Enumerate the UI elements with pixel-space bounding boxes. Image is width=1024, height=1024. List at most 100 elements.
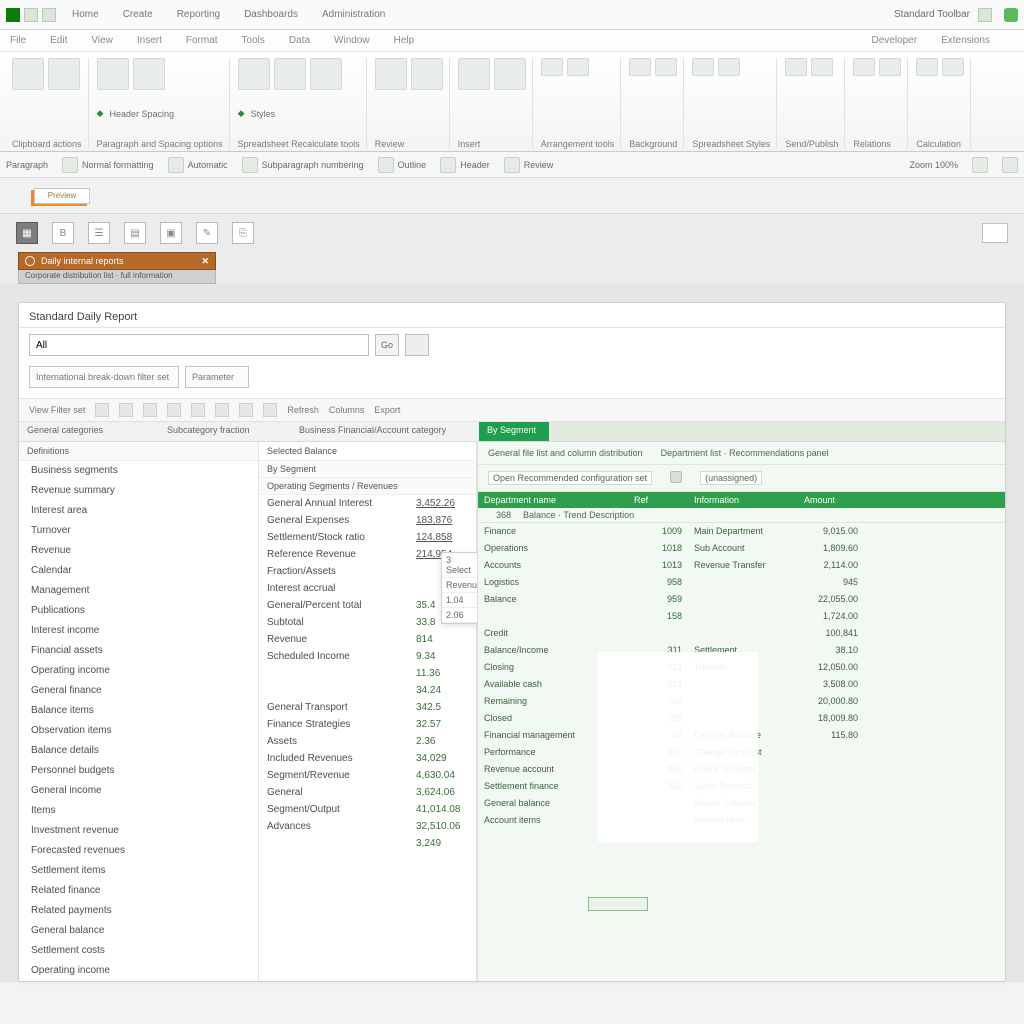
mini-tb-label[interactable]: Refresh	[287, 405, 319, 415]
menu-item[interactable]: Help	[394, 35, 415, 46]
mini-tb-label[interactable]: Export	[374, 405, 400, 415]
chevron-down-icon[interactable]	[670, 471, 682, 483]
colhdr-c1[interactable]: General categories	[19, 422, 159, 441]
mid-row[interactable]: Assets2.36	[259, 733, 476, 750]
colhdr-c2[interactable]: Subcategory fraction	[159, 422, 291, 441]
sheet-search-input[interactable]	[29, 334, 369, 356]
left-list-item[interactable]: General finance	[19, 681, 258, 701]
report-top-chip-2[interactable]: (unassigned)	[700, 471, 762, 485]
left-list-item[interactable]: Personnel budgets	[19, 761, 258, 781]
mid-header-2[interactable]: By Segment	[259, 461, 476, 478]
left-list-item[interactable]: Balance items	[19, 701, 258, 721]
floating-select-list[interactable]: 3 SelectRevenue1.042.06	[441, 552, 481, 624]
left-list-item[interactable]: Management	[19, 581, 258, 601]
titlebar-item[interactable]: Administration	[322, 9, 385, 20]
doc-tool-select-icon[interactable]: ▦	[16, 222, 38, 244]
report-hdr-c4[interactable]: Amount	[798, 492, 864, 508]
sheet-search-config-icon[interactable]	[405, 334, 429, 356]
sheet-search-go-button[interactable]: Go	[375, 334, 399, 356]
mini-tb-icon[interactable]	[95, 403, 109, 417]
filter-box-1[interactable]: International break-down filter set	[29, 366, 179, 388]
ribbon-button[interactable]	[811, 58, 833, 76]
report-top-chip-1[interactable]: Open Recommended configuration set	[488, 471, 652, 485]
mid-row[interactable]: General3,624.06	[259, 784, 476, 801]
account-icon[interactable]	[1004, 8, 1018, 22]
colhdr-c3[interactable]: Business Financial/Account category	[291, 422, 479, 441]
toolrow-icon[interactable]	[440, 157, 456, 173]
ribbon-button[interactable]	[916, 58, 938, 76]
mid-row[interactable]: Advances32,510.06	[259, 818, 476, 835]
left-list-item[interactable]: Calendar	[19, 561, 258, 581]
float1-item[interactable]: 3 Select	[442, 553, 480, 578]
ribbon-button[interactable]	[567, 58, 589, 76]
left-list-item[interactable]: Interest income	[19, 621, 258, 641]
report-row[interactable]: Accounts1013Revenue Transfer2,114.00	[478, 557, 1005, 574]
ribbon-button[interactable]	[541, 58, 563, 76]
menu-item[interactable]: Extensions	[941, 35, 990, 46]
menu-item[interactable]: File	[10, 35, 26, 46]
mid-row[interactable]: 34.24	[259, 682, 476, 699]
report-row[interactable]: Balance95922,055.00	[478, 591, 1005, 608]
mid-row[interactable]: General Annual Interest3,452.26	[259, 495, 476, 512]
left-list-item[interactable]: Business segments	[19, 461, 258, 481]
mid-row[interactable]: General Expenses183,876	[259, 512, 476, 529]
left-list-item[interactable]: Investment revenue	[19, 821, 258, 841]
orange-banner[interactable]: Daily internal reports ✕	[18, 252, 216, 270]
report-row[interactable]: 1581,724.00	[478, 608, 1005, 625]
ribbon-button[interactable]	[12, 58, 44, 90]
menu-item[interactable]: Insert	[137, 35, 162, 46]
colhdr-c4[interactable]: By Segment	[479, 422, 549, 441]
titlebar-item[interactable]: Dashboards	[244, 9, 298, 20]
titlebar-item[interactable]: Create	[123, 9, 153, 20]
quick-save-icon[interactable]	[24, 8, 38, 22]
ribbon-button[interactable]	[411, 58, 443, 90]
banner-close-icon[interactable]: ✕	[201, 256, 209, 267]
ribbon-button[interactable]	[853, 58, 875, 76]
ribbon-button[interactable]	[458, 58, 490, 90]
toolrow-icon[interactable]	[504, 157, 520, 173]
toolrow-label[interactable]: Subparagraph numbering	[262, 160, 364, 170]
doc-tool-link-icon[interactable]: ⎘	[232, 222, 254, 244]
toolrow-label[interactable]: Review	[524, 160, 554, 170]
ribbon-button[interactable]	[655, 58, 677, 76]
mid-row[interactable]: Settlement/Stock ratio124,858	[259, 529, 476, 546]
left-list-item[interactable]: Settlement costs	[19, 941, 258, 961]
left-list-item[interactable]: Items	[19, 801, 258, 821]
report-hdr-c2[interactable]: Ref	[628, 492, 688, 508]
titlebar-item[interactable]: Home	[72, 9, 99, 20]
mid-row[interactable]: Segment/Output41,014.08	[259, 801, 476, 818]
doc-tool-table-icon[interactable]: ☰	[88, 222, 110, 244]
left-list-item[interactable]: Related finance	[19, 881, 258, 901]
left-list-item[interactable]: Publications	[19, 601, 258, 621]
ribbon-button[interactable]	[494, 58, 526, 90]
left-list-item[interactable]: Financial assets	[19, 641, 258, 661]
toolrow-label[interactable]: Normal formatting	[82, 160, 154, 170]
ribbon-button[interactable]	[133, 58, 165, 90]
toolrow-label[interactable]: Header	[460, 160, 490, 170]
mini-tb-label[interactable]: Columns	[329, 405, 365, 415]
report-inline-input[interactable]	[588, 897, 648, 911]
mini-tb-icon[interactable]	[143, 403, 157, 417]
toolrow-icon[interactable]	[62, 157, 78, 173]
ribbon-button[interactable]	[375, 58, 407, 90]
mini-tb-icon[interactable]	[191, 403, 205, 417]
menu-item[interactable]: Tools	[242, 35, 265, 46]
ribbon-button[interactable]	[48, 58, 80, 90]
doc-tool-bold-icon[interactable]: B	[52, 222, 74, 244]
toolrow-icon[interactable]	[378, 157, 394, 173]
mini-tb-icon[interactable]	[167, 403, 181, 417]
report-row[interactable]: Credit100,841	[478, 625, 1005, 642]
left-list-item[interactable]: Revenue summary	[19, 481, 258, 501]
left-list-item[interactable]: Forecasted revenues	[19, 841, 258, 861]
mini-tb-icon[interactable]	[239, 403, 253, 417]
menu-item[interactable]: Edit	[50, 35, 67, 46]
left-list-item[interactable]: Revenue	[19, 541, 258, 561]
quick-undo-icon[interactable]	[42, 8, 56, 22]
menu-item[interactable]: View	[91, 35, 113, 46]
left-list-item[interactable]: Turnover	[19, 521, 258, 541]
ribbon-button[interactable]	[97, 58, 129, 90]
ribbon-button[interactable]	[629, 58, 651, 76]
toolrow-icon[interactable]	[168, 157, 184, 173]
doc-tool-comment-icon[interactable]: ✎	[196, 222, 218, 244]
mid-row[interactable]: Finance Strategies32.57	[259, 716, 476, 733]
